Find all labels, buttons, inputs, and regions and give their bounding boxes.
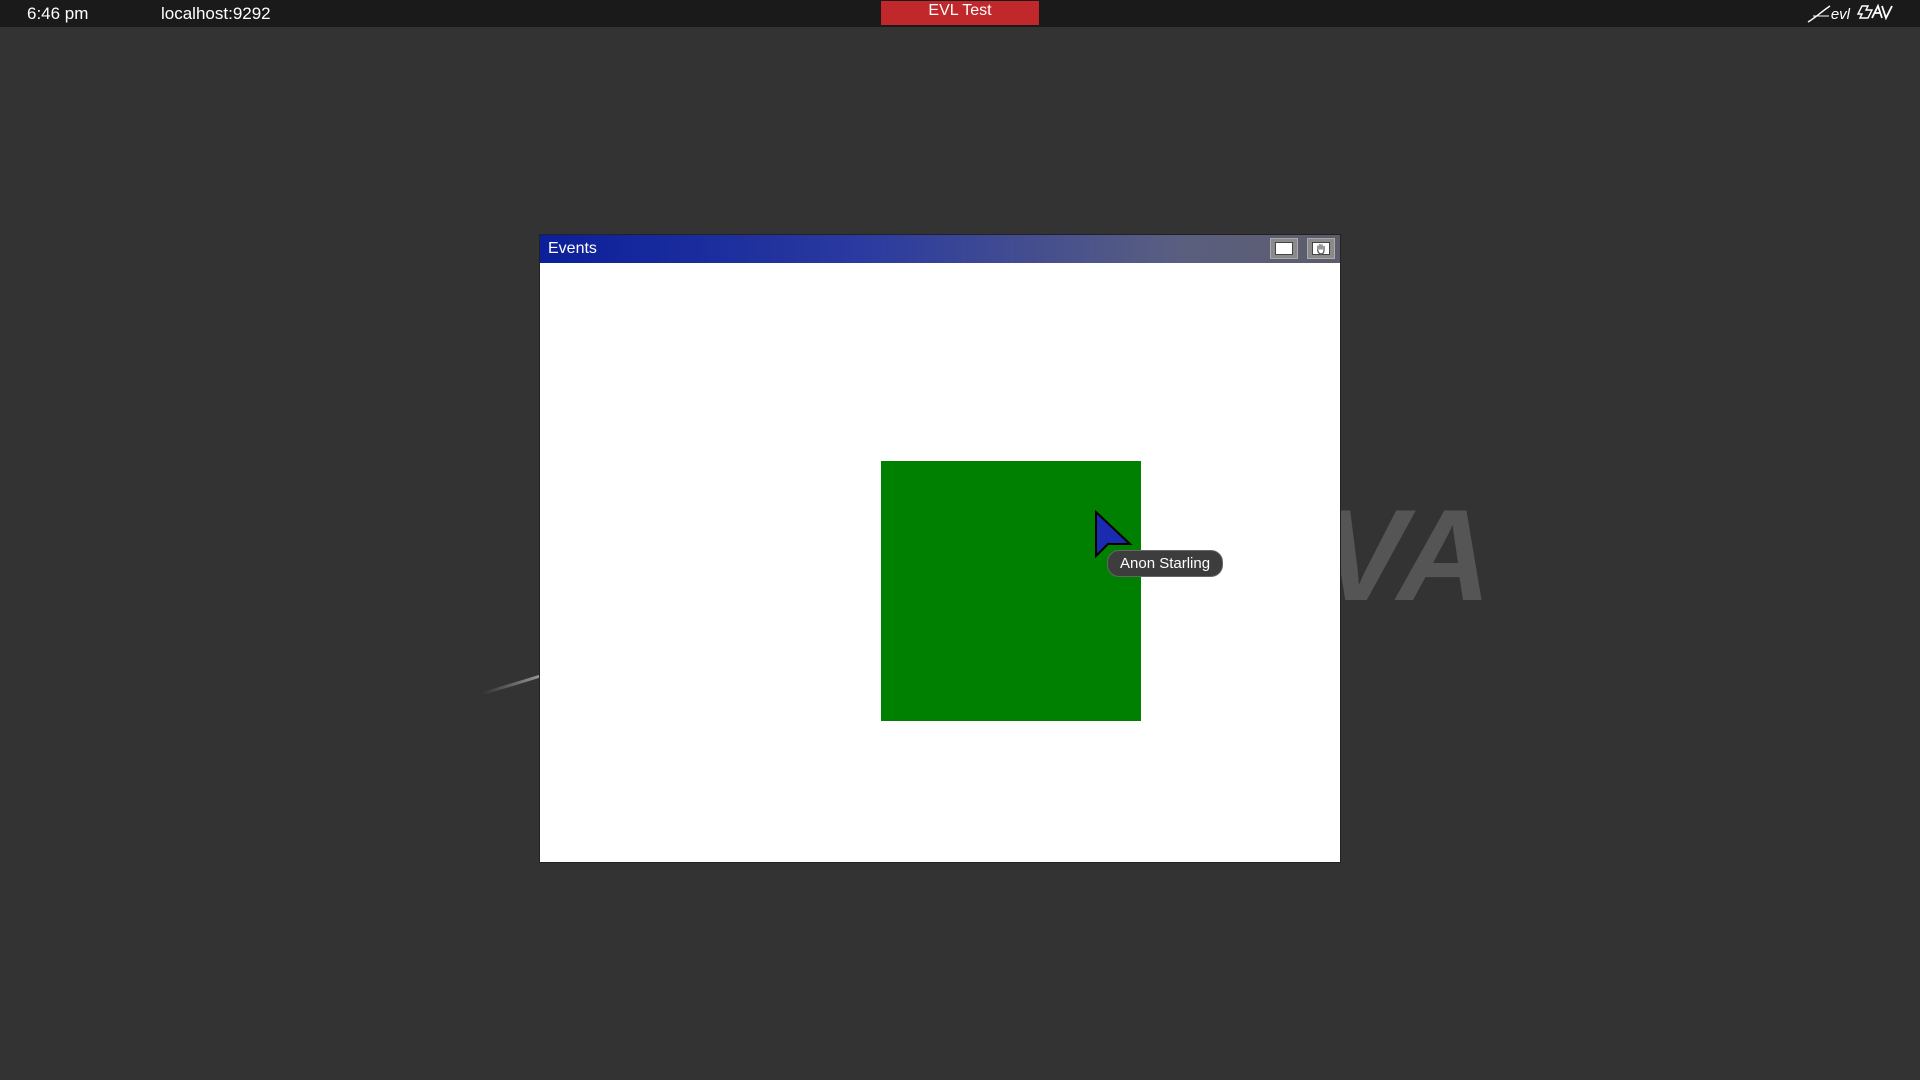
sage-watermark-icon: VA	[1320, 482, 1491, 628]
close-button[interactable]	[1307, 238, 1335, 259]
maximize-button[interactable]	[1270, 238, 1298, 259]
sage-logo	[1856, 2, 1896, 27]
events-app-window[interactable]: Events	[539, 234, 1341, 863]
background-streak	[482, 674, 543, 696]
evl-logo: evl	[1807, 4, 1850, 24]
pointer-user-label: Anon Starling	[1107, 550, 1224, 577]
logo-group: evl	[1807, 2, 1896, 26]
evl-swoosh-icon	[1807, 5, 1831, 23]
hand-glyph-icon	[1317, 243, 1325, 255]
maximize-icon	[1275, 242, 1293, 255]
session-name-badge[interactable]: EVL Test	[881, 1, 1039, 25]
window-title: Events	[548, 240, 597, 257]
clock-text: 6:46 pm	[27, 4, 89, 23]
evl-logo-text: evl	[1830, 5, 1850, 23]
green-square-target[interactable]	[881, 461, 1141, 721]
window-titlebar[interactable]: Events	[540, 235, 1340, 263]
top-menu-bar: 6:46 pm localhost:9292 EVL Test evl	[0, 0, 1920, 27]
server-address: localhost:9292	[161, 4, 271, 23]
sage-logo-icon	[1856, 3, 1893, 20]
sage-display: VA 6:46 pm localhost:9292 EVL Test evl E…	[0, 0, 1920, 1080]
